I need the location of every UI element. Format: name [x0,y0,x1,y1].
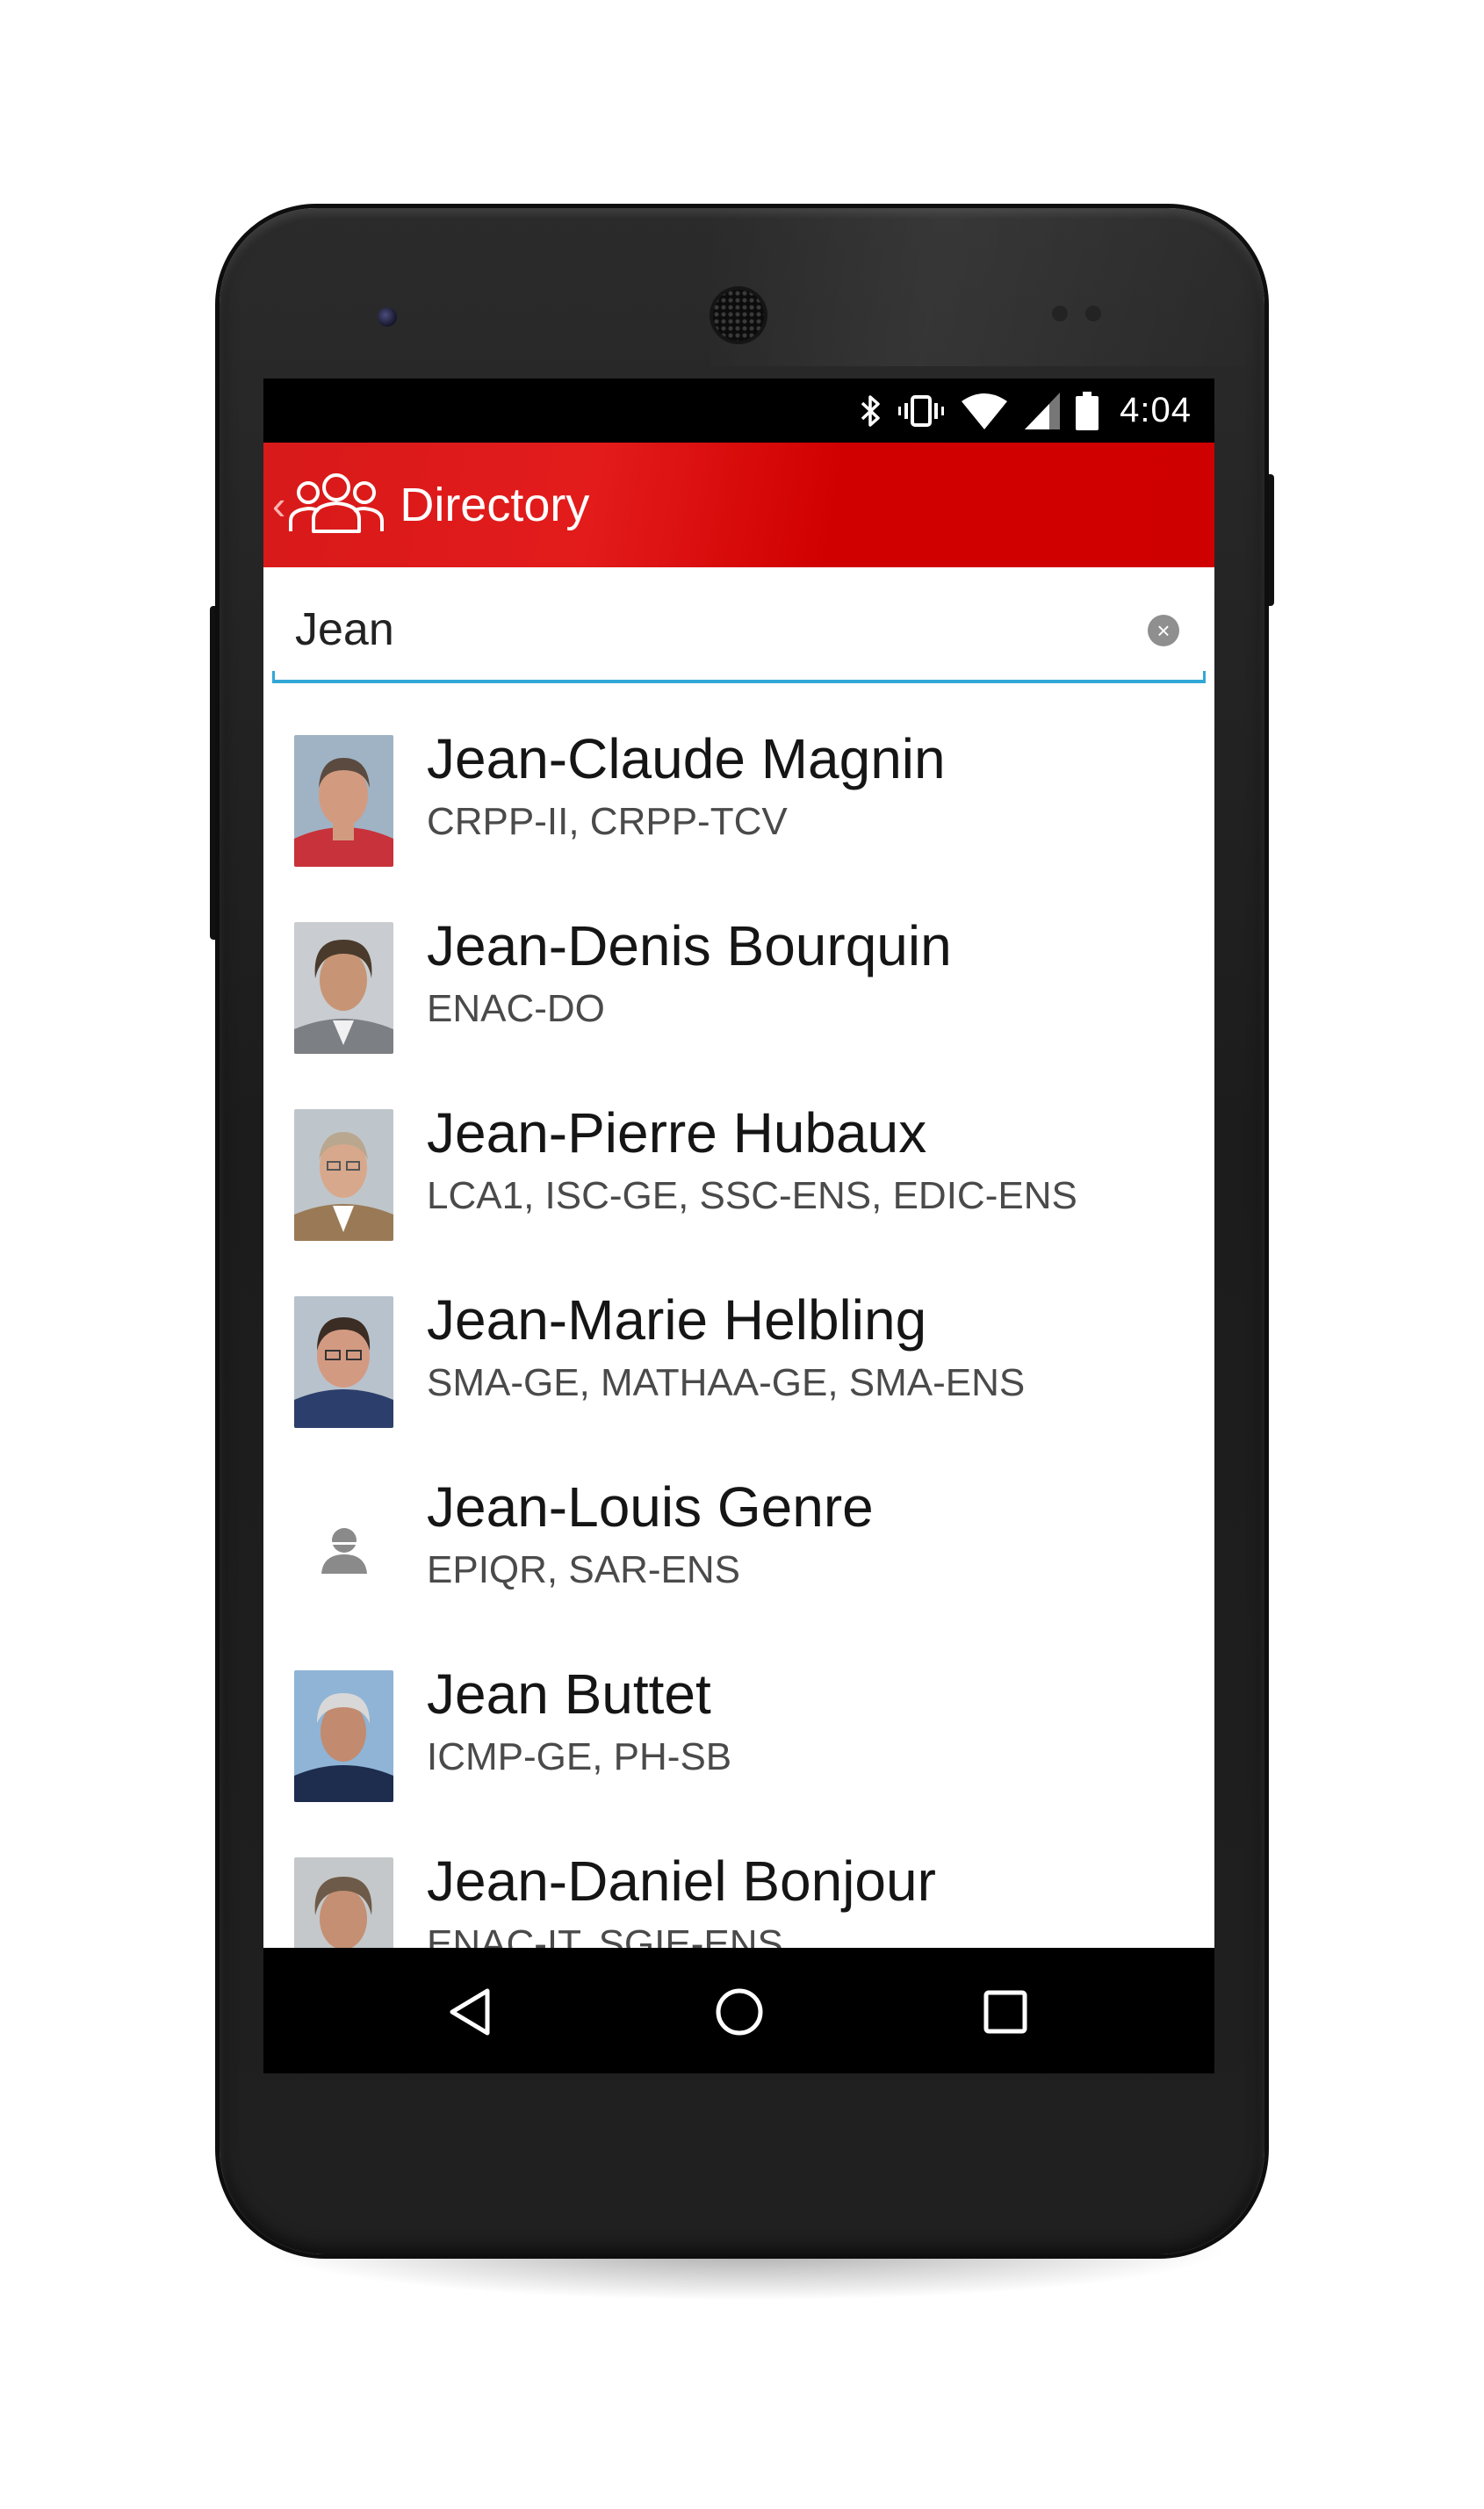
avatar [294,735,393,867]
avatar [294,1109,393,1241]
person-units: LCA1, ISC-GE, SSC-ENS, EDIC-ENS [427,1174,1077,1217]
search-row: × [272,567,1206,695]
proximity-sensor [1052,306,1068,321]
list-item-text: Jean-Claude Magnin CRPP-II, CRPP-TCV [427,721,1197,847]
results-list: Jean-Claude Magnin CRPP-II, CRPP-TCV Jea… [263,712,1214,2022]
list-item-text: Jean-Marie Helbling SMA-GE, MATHAA-GE, S… [427,1282,1197,1409]
list-item-text: Jean Buttet ICMP-GE, PH-SB [427,1656,1197,1783]
navigation-bar [263,1948,1214,2073]
list-item[interactable]: Jean-Pierre Hubaux LCA1, ISC-GE, SSC-ENS… [263,1086,1214,1273]
back-triangle-icon[interactable] [439,1983,501,2041]
list-item-text: Jean-Denis Bourquin ENAC-DO [427,908,1197,1035]
wifi-icon [960,393,1009,429]
list-item[interactable]: Jean-Marie Helbling SMA-GE, MATHAA-GE, S… [263,1273,1214,1460]
status-icons: 4:04 [860,379,1192,443]
volume-button [210,606,220,940]
person-name: Jean-Marie Helbling [427,1288,927,1352]
person-units: ICMP-GE, PH-SB [427,1735,732,1778]
person-units: ENAC-DO [427,987,605,1030]
person-name: Jean-Claude Magnin [427,727,946,790]
default-avatar-icon [294,1483,393,1615]
back-chevron-icon: ‹ [272,482,286,528]
avatar [294,1296,393,1428]
person-name: Jean-Daniel Bonjour [427,1849,936,1913]
front-camera [378,307,397,327]
app-bar: ‹ Directory [263,443,1214,567]
person-units: SMA-GE, MATHAA-GE, SMA-ENS [427,1361,1026,1404]
signal-icon [1025,392,1061,429]
person-name: Jean Buttet [427,1662,711,1726]
power-button [1264,474,1274,606]
person-name: Jean-Louis Genre [427,1475,874,1539]
screen: 4:04 ‹ Directory Jean × Jean-Claude Magn… [263,379,1214,2073]
battery-icon [1076,391,1099,430]
search-underline [272,671,1206,683]
avatar [294,922,393,1054]
vibrate-icon [898,393,945,429]
list-item-text: Jean-Pierre Hubaux LCA1, ISC-GE, SSC-ENS… [427,1095,1197,1222]
person-name: Jean-Pierre Hubaux [427,1101,927,1164]
list-item[interactable]: Jean-Denis Bourquin ENAC-DO [263,899,1214,1086]
people-icon [287,470,385,541]
status-bar: 4:04 [263,379,1214,443]
status-time: 4:04 [1120,391,1192,429]
person-name: Jean-Denis Bourquin [427,914,952,977]
phone-gloss [711,208,1273,366]
person-units: CRPP-II, CRPP-TCV [427,800,788,843]
search-input[interactable] [272,594,1140,666]
list-item[interactable]: Jean-Louis Genre EPIQR, SAR-ENS [263,1460,1214,1647]
list-item[interactable]: Jean Buttet ICMP-GE, PH-SB [263,1647,1214,1835]
bluetooth-icon [860,393,882,429]
recents-square-icon[interactable] [975,1983,1036,2041]
avatar [294,1670,393,1802]
list-item-text: Jean-Louis Genre EPIQR, SAR-ENS [427,1469,1197,1596]
up-navigation[interactable]: ‹ Directory [263,443,589,567]
earpiece-speaker [713,290,764,341]
clear-icon[interactable]: × [1148,615,1179,646]
light-sensor [1085,306,1101,321]
app-title: Directory [400,479,590,531]
home-circle-icon[interactable] [709,1983,770,2041]
list-item[interactable]: Jean-Claude Magnin CRPP-II, CRPP-TCV [263,712,1214,899]
person-units: EPIQR, SAR-ENS [427,1548,740,1591]
